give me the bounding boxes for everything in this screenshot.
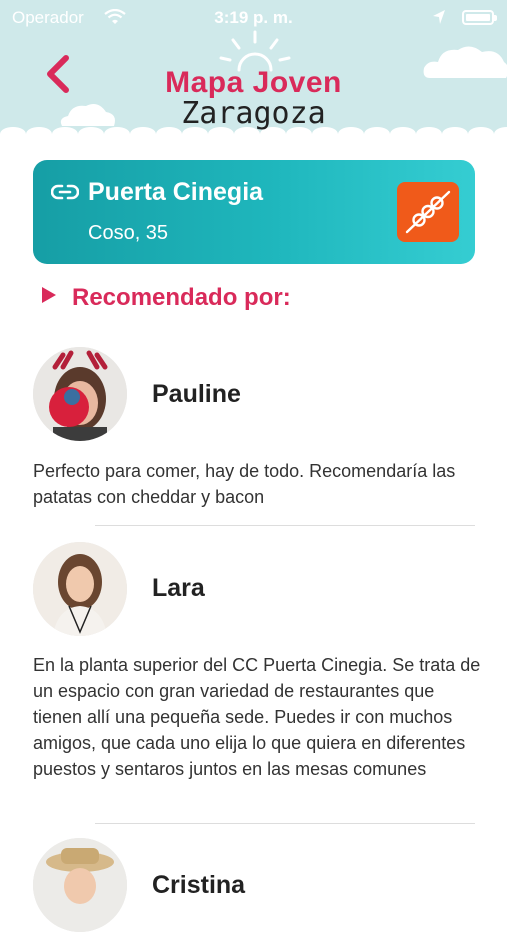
recommendation-text: Perfecto para comer, hay de todo. Recome…	[33, 461, 456, 507]
logo-subtitle: Zaragoza	[181, 96, 326, 131]
category-button[interactable]	[397, 182, 459, 242]
divider	[95, 823, 475, 824]
app-logo: Mapa Joven Zaragoza	[0, 66, 507, 131]
status-bar: Operador 3:19 p. m.	[0, 0, 507, 36]
avatar	[33, 838, 127, 932]
location-arrow-icon	[433, 10, 445, 24]
recommender-name: Pauline	[152, 380, 241, 408]
avatar	[33, 542, 127, 636]
recommender-name: Cristina	[152, 871, 246, 899]
triangle-bullet-icon	[42, 287, 56, 303]
link-icon	[51, 184, 79, 200]
app-header: Operador 3:19 p. m. Mapa Joven Zaragoza	[0, 0, 507, 140]
avatar	[33, 347, 127, 441]
battery-icon	[462, 10, 497, 25]
recommended-heading: Recomendado por:	[42, 284, 291, 312]
place-name: Puerta Cinegia	[88, 178, 264, 206]
logo-title: Mapa Joven	[165, 66, 342, 99]
skewer-icon	[405, 190, 451, 234]
recommended-label: Recomendado por:	[72, 284, 291, 311]
place-address: Coso, 35	[88, 222, 169, 244]
recommender-name: Lara	[152, 574, 205, 602]
place-card[interactable]: Puerta Cinegia Coso, 35	[33, 160, 475, 264]
status-time: 3:19 p. m.	[214, 8, 293, 27]
divider	[95, 525, 475, 526]
recommendation-text: En la planta superior del CC Puerta Cine…	[33, 655, 481, 779]
